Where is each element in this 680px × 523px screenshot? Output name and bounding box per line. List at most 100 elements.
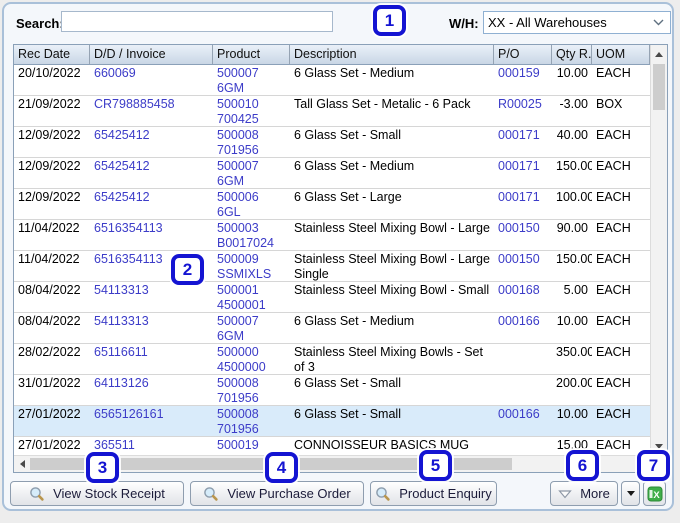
cell-description: 6 Glass Set - Medium — [294, 159, 415, 173]
cell-product: 500009 SSMIXLS — [213, 251, 290, 281]
table-row[interactable]: 08/04/2022 54113313 500007 6GM 6 Glass Set -… — [14, 313, 650, 344]
svg-text:X: X — [653, 490, 660, 501]
cell-qty: -3.00 — [559, 97, 589, 111]
product-code-line: 500008 — [217, 128, 259, 142]
product-code-line: 500007 — [217, 159, 259, 173]
scroll-up-button[interactable] — [651, 46, 667, 62]
cell-uom: EACH — [596, 314, 631, 328]
table-row[interactable]: 28/02/2022 65116611 500000 4500000 Stainless… — [14, 344, 650, 375]
product-code-line: 701956 — [217, 143, 259, 157]
cell-description: Tall Glass Set - Metalic - 6 Pack — [294, 97, 471, 111]
cell-rec-date: 08/04/2022 — [18, 314, 81, 328]
product-code-line: 500019 — [217, 438, 259, 452]
callout-1: 1 — [373, 5, 406, 36]
button-label: Product Enquiry — [399, 486, 492, 501]
table-row[interactable]: 11/04/2022 6516354113 500009 SSMIXLS Stainle… — [14, 251, 650, 282]
product-code-line: 6GM — [217, 81, 245, 95]
product-code-line: 500000 — [217, 345, 259, 359]
more-button[interactable]: More — [550, 481, 618, 506]
product-code-line: 500009 — [217, 252, 259, 266]
cell-uom: EACH — [596, 128, 631, 142]
product-enquiry-button[interactable]: Product Enquiry — [370, 481, 497, 506]
cell-rec-date: 21/09/2022 — [18, 97, 81, 111]
cell-product: 500000 4500000 — [213, 344, 290, 374]
cell-invoice: 660069 — [94, 66, 136, 80]
cell-uom: EACH — [596, 159, 631, 173]
cell-rec-date: 28/02/2022 — [18, 345, 81, 359]
cell-po — [494, 437, 552, 455]
product-code-line: 500010 — [217, 97, 259, 111]
more-dropdown-button[interactable] — [621, 481, 640, 506]
column-header-uom[interactable]: UOM — [592, 45, 650, 64]
receipts-table: Rec Date D/D / Invoice Product Description P… — [13, 44, 668, 473]
magnifier-icon — [30, 486, 44, 501]
product-code-line: 500003 — [217, 221, 259, 235]
table-row[interactable]: 12/09/2022 65425412 500008 701956 6 Glass Se… — [14, 127, 650, 158]
cell-description: Stainless Steel Mixing Bowl - Small — [294, 283, 490, 297]
triangle-down-outline-icon — [558, 489, 572, 498]
warehouse-select-value: XX - All Warehouses — [488, 15, 607, 30]
cell-rec-date: 12/09/2022 — [18, 128, 81, 142]
cell-po: 000171 — [498, 128, 540, 142]
table-row[interactable]: 12/09/2022 65425412 500007 6GM 6 Glass Set -… — [14, 158, 650, 189]
product-code-line: 6GM — [217, 329, 245, 343]
cell-invoice: 65116611 — [94, 345, 148, 359]
cell-po: 000150 — [498, 252, 540, 266]
cell-description: 6 Glass Set - Medium — [294, 66, 415, 80]
column-header-po[interactable]: P/O — [494, 45, 552, 64]
cell-rec-date: 08/04/2022 — [18, 283, 81, 297]
cell-description: Stainless Steel Mixing Bowl - Large Sing… — [294, 252, 490, 281]
table-row[interactable]: 27/01/2022 6565126161 500008 701956 6 Glass … — [14, 406, 650, 437]
cell-uom: EACH — [596, 66, 631, 80]
column-header-rec-date[interactable]: Rec Date — [14, 45, 90, 64]
product-code-line: 701956 — [217, 391, 259, 405]
vertical-scrollbar[interactable] — [650, 45, 667, 455]
callout-4: 4 — [265, 452, 298, 483]
vertical-scrollbar-thumb[interactable] — [653, 64, 665, 110]
table-row[interactable]: 21/09/2022 CR798885458 500010 700425 Tall Gl… — [14, 96, 650, 127]
cell-product: 500007 6GM — [213, 158, 290, 188]
view-stock-receipt-button[interactable]: View Stock Receipt — [10, 481, 184, 506]
callout-5: 5 — [419, 450, 452, 481]
table-row[interactable]: 11/04/2022 6516354113 500003 B0017024 Stainl… — [14, 220, 650, 251]
cell-po — [494, 344, 552, 374]
cell-product: 500007 6GM — [213, 313, 290, 343]
column-header-qty[interactable]: Qty R... — [552, 45, 592, 64]
column-header-invoice[interactable]: D/D / Invoice — [90, 45, 213, 64]
cell-uom: EACH — [596, 407, 631, 421]
button-label: View Purchase Order — [227, 486, 351, 501]
cell-product: 500008 701956 — [213, 375, 290, 405]
cell-description: 6 Glass Set - Small — [294, 407, 401, 421]
cell-description: 6 Glass Set - Small — [294, 376, 401, 390]
table-row[interactable]: 31/01/2022 64113126 500008 701956 6 Glass Se… — [14, 375, 650, 406]
cell-invoice: 65425412 — [94, 159, 150, 173]
cell-qty: 350.00 — [556, 345, 592, 359]
table-row[interactable]: 08/04/2022 54113313 500001 4500001 Stainless… — [14, 282, 650, 313]
product-code-line: 701956 — [217, 422, 259, 436]
column-header-description[interactable]: Description — [290, 45, 494, 64]
product-code-line: 6GL — [217, 205, 241, 219]
search-input[interactable] — [61, 11, 333, 32]
view-purchase-order-button[interactable]: View Purchase Order — [190, 481, 364, 506]
cell-qty: 10.00 — [556, 314, 588, 328]
table-body: 20/10/2022 660069 500007 6GM 6 Glass Set - M… — [14, 65, 650, 455]
product-code-line: B0017024 — [217, 236, 275, 250]
scroll-left-button[interactable] — [14, 456, 30, 472]
column-header-product[interactable]: Product — [213, 45, 290, 64]
cell-product: 500008 701956 — [213, 406, 290, 436]
cell-product: 500003 B0017024 — [213, 220, 290, 250]
export-to-excel-button[interactable]: X — [643, 481, 666, 506]
cell-uom: EACH — [596, 252, 631, 266]
excel-export-icon: X — [647, 486, 662, 501]
cell-product: 500008 701956 — [213, 127, 290, 157]
cell-po: R00025 — [498, 97, 542, 111]
warehouse-select[interactable]: XX - All Warehouses — [483, 11, 671, 34]
cell-uom: EACH — [596, 376, 631, 390]
callout-7: 7 — [637, 450, 670, 481]
cell-po: 000150 — [498, 221, 540, 235]
cell-rec-date: 12/09/2022 — [18, 159, 81, 173]
table-row[interactable]: 12/09/2022 65425412 500006 6GL 6 Glass Set -… — [14, 189, 650, 220]
product-code-line: 500008 — [217, 376, 259, 390]
cell-rec-date: 27/01/2022 — [18, 438, 81, 452]
table-row[interactable]: 20/10/2022 660069 500007 6GM 6 Glass Set - M… — [14, 65, 650, 96]
